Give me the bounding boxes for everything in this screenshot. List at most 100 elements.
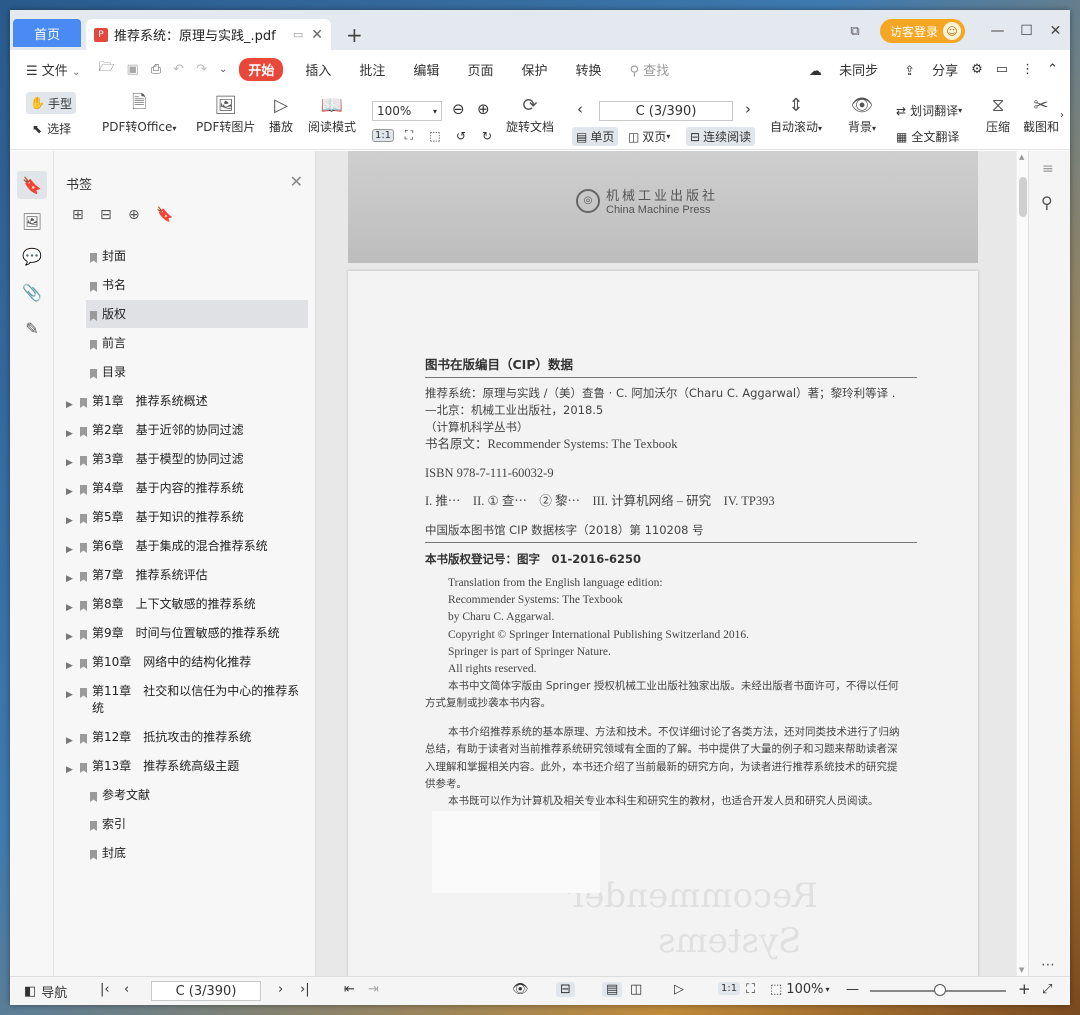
add-child-bookmark-icon[interactable]: ⊟ (100, 207, 128, 223)
save-icon[interactable]: ▣ (126, 62, 138, 77)
pdf-to-image-button[interactable]: 🖼 PDF转图片 (196, 92, 255, 135)
bookmark-item[interactable]: ▶ 第13章 推荐系统高级主题 (54, 752, 308, 780)
select-tool-button[interactable]: ⬉ 选择 (32, 120, 71, 137)
more-horizontal-icon[interactable]: ⋯ (1041, 957, 1055, 973)
bookmark-item[interactable]: 封底 (54, 839, 308, 867)
expand-arrow-icon[interactable]: ▶ (66, 426, 73, 443)
expand-arrow-icon[interactable]: ▶ (66, 687, 73, 704)
continuous-read-button[interactable]: ⊟ 连续阅读 (686, 127, 756, 146)
more-quick-icon[interactable]: ⌄ (219, 64, 227, 75)
panel-handle-icon[interactable]: ≡ (1042, 161, 1054, 177)
fit-width-icon[interactable]: ⬚ (424, 129, 446, 143)
rotate-left-icon[interactable]: ↺ (450, 129, 472, 143)
actual-size-icon[interactable]: 1:1 (718, 982, 741, 995)
signature-panel-icon[interactable]: ✎ (17, 314, 47, 342)
next-page-icon[interactable]: › (278, 982, 283, 997)
read-mode-button[interactable]: 📖 阅读模式 (308, 92, 356, 135)
page-input[interactable]: C (3/390) (599, 101, 733, 121)
expand-arrow-icon[interactable]: ▶ (66, 658, 73, 675)
tab-document[interactable]: P 推荐系统：原理与实践_.pdf ▭ ✕ (86, 19, 331, 50)
window-layout-icon[interactable]: ⧉ (844, 24, 866, 39)
fit-page-icon[interactable]: ⛶ (398, 128, 420, 143)
bookmark-item[interactable]: ▶ 第3章 基于模型的协同过滤 (54, 445, 308, 473)
scroll-down-icon[interactable]: ▼ (1019, 966, 1024, 974)
last-page-icon[interactable]: ›| (300, 982, 310, 997)
ribbon-scroll-right-icon[interactable]: › (1060, 110, 1064, 121)
menu-start[interactable]: 开始 (239, 57, 284, 81)
bookmark-item[interactable]: ▶ 第12章 抵抗攻击的推荐系统 (54, 723, 308, 751)
bookmark-panel-icon[interactable]: 🔖 (17, 171, 47, 199)
thumbnail-panel-icon[interactable]: 🖼 (17, 207, 47, 235)
new-tab-icon[interactable]: + (346, 23, 363, 47)
expand-arrow-icon[interactable]: ▶ (66, 513, 73, 530)
full-translate-button[interactable]: ▦ 全文翻译 (896, 128, 959, 145)
rotate-document-button[interactable]: ⟳ 旋转文档 (506, 92, 554, 135)
continuous-view-icon[interactable]: ⊟ (556, 982, 575, 997)
single-page-view-icon[interactable]: ▤ (602, 982, 623, 997)
rotate-right-icon[interactable]: ↻ (476, 129, 498, 143)
expand-arrow-icon[interactable]: ▶ (66, 629, 73, 646)
menu-protect[interactable]: 保护 (521, 60, 547, 79)
minimize-window-icon[interactable]: — (983, 23, 1012, 39)
print-icon[interactable]: ⎙ (151, 62, 161, 77)
actual-size-icon[interactable]: 1:1 (372, 129, 394, 142)
bookmark-item[interactable]: ▶ 第2章 基于近邻的协同过滤 (54, 416, 308, 444)
more-vertical-icon[interactable]: ⋮ (1021, 62, 1034, 77)
play-icon[interactable]: ▷ (674, 982, 684, 997)
zoom-out-icon[interactable]: ⊖ (452, 100, 465, 118)
word-translate-button[interactable]: ⇄ 划词翻译 ▾ (896, 102, 962, 119)
bookmark-item[interactable]: ▶ 第5章 基于知识的推荐系统 (54, 503, 308, 531)
tab-close-icon[interactable]: ✕ (311, 27, 323, 43)
zoom-slider[interactable] (870, 984, 1006, 996)
zoom-out-icon[interactable]: — (846, 982, 859, 997)
scrollbar-thumb[interactable] (1019, 177, 1027, 217)
play-button[interactable]: ▷ 播放 (269, 92, 293, 135)
expand-arrow-icon[interactable]: ▶ (66, 733, 73, 750)
double-page-view-icon[interactable]: ◫ (630, 982, 642, 997)
bookmark-add-icon[interactable]: ⊕ (128, 207, 156, 223)
comment-icon[interactable]: ▭ (996, 62, 1008, 77)
redo-icon[interactable]: ↷ (196, 62, 207, 77)
expand-arrow-icon[interactable]: ▶ (66, 542, 73, 559)
prev-page-icon[interactable]: ‹ (577, 100, 583, 118)
share-button[interactable]: ⇪ 分享 (891, 60, 958, 79)
zoom-in-icon[interactable]: ⊕ (477, 100, 490, 118)
settings-icon[interactable]: ⚙ (971, 62, 983, 77)
menu-page[interactable]: 页面 (467, 60, 493, 79)
document-view[interactable]: ◎ 机械工业出版社 China Machine Press Recommende… (316, 151, 1016, 976)
bookmark-icon[interactable]: 🔖 (156, 207, 184, 223)
search-box[interactable]: ⚲ 查找 (629, 60, 669, 79)
file-menu[interactable]: ☰ 文件 ⌄ (26, 60, 80, 79)
expand-arrow-icon[interactable]: ▶ (66, 397, 73, 414)
status-page-input[interactable]: C (3/390) (151, 981, 261, 1001)
bookmark-item[interactable]: 索引 (54, 810, 308, 838)
expand-arrow-icon[interactable]: ▶ (66, 571, 73, 588)
tab-home[interactable]: 首页 (13, 19, 81, 47)
add-bookmark-icon[interactable]: ⊞ (72, 207, 100, 223)
compress-button[interactable]: ⧖ 压缩 (986, 92, 1010, 135)
close-window-icon[interactable]: ✕ (1041, 23, 1070, 39)
bookmark-item[interactable]: ▶ 第11章 社交和以信任为中心的推荐系统 (54, 677, 308, 719)
hand-tool-button[interactable]: ✋ 手型 (26, 92, 76, 114)
tab-minimize-icon[interactable]: ▭ (293, 28, 303, 41)
double-page-button[interactable]: ◫ 双页 ▾ (628, 128, 670, 145)
first-page-icon[interactable]: |‹ (100, 982, 110, 997)
sync-status[interactable]: ☁ 未同步 (796, 60, 878, 79)
status-zoom-select[interactable]: ⬚ 100% ▾ (770, 982, 829, 997)
document-scrollbar[interactable]: ▲ ▼ (1016, 151, 1028, 976)
bookmark-item[interactable]: ▶ 第4章 基于内容的推荐系统 (54, 474, 308, 502)
zoom-in-icon[interactable]: + (1018, 980, 1031, 998)
menu-edit[interactable]: 编辑 (413, 60, 439, 79)
collapse-ribbon-icon[interactable]: ⌃ (1047, 62, 1058, 77)
expand-arrow-icon[interactable]: ▶ (66, 762, 73, 779)
maximize-window-icon[interactable]: ☐ (1012, 23, 1041, 39)
single-page-button[interactable]: ▤ 单页 (572, 127, 619, 146)
zoom-select[interactable]: 100% ▾ (372, 101, 442, 121)
login-button[interactable]: 访客登录 ☺ (879, 19, 965, 43)
background-button[interactable]: 👁 背景▾ (848, 92, 876, 135)
bookmark-item[interactable]: ▶ 第9章 时间与位置敏感的推荐系统 (54, 619, 308, 647)
back-icon[interactable]: ⇤ (344, 982, 355, 997)
bookmark-item[interactable]: 参考文献 (54, 781, 308, 809)
expand-arrow-icon[interactable]: ▶ (66, 600, 73, 617)
bookmark-item[interactable]: ▶ 第6章 基于集成的混合推荐系统 (54, 532, 308, 560)
